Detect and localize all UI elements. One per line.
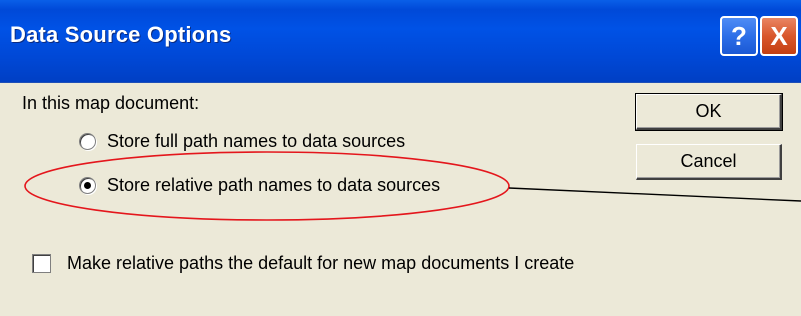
ok-button-label: OK — [695, 101, 722, 121]
ok-button[interactable]: OK — [635, 93, 783, 131]
cancel-button[interactable]: Cancel — [636, 144, 782, 180]
title-bar[interactable]: Data Source Options ? X — [0, 0, 801, 83]
help-icon: ? — [731, 20, 747, 51]
close-icon: X — [770, 20, 788, 51]
data-source-options-dialog: Data Source Options ? X In this map docu… — [0, 0, 801, 316]
radio-button-selected-icon[interactable] — [79, 177, 96, 194]
radio-relative-path-label: Store relative path names to data source… — [107, 175, 441, 195]
radio-relative-path[interactable]: Store relative path names to data source… — [79, 175, 440, 196]
cancel-button-label: Cancel — [680, 151, 737, 171]
checkbox-label: Make relative paths the default for new … — [67, 253, 575, 273]
radio-dot-icon — [84, 182, 91, 189]
default-relative-checkbox-row[interactable]: Make relative paths the default for new … — [32, 253, 574, 274]
help-button[interactable]: ? — [720, 16, 758, 56]
radio-full-path[interactable]: Store full path names to data sources — [79, 131, 405, 152]
radio-full-path-label: Store full path names to data sources — [107, 131, 406, 151]
window-title: Data Source Options — [10, 22, 232, 47]
dialog-body: In this map document: Store full path na… — [0, 83, 801, 316]
checkbox-icon[interactable] — [32, 254, 51, 273]
group-label: In this map document: — [22, 93, 200, 113]
radio-button-icon[interactable] — [79, 133, 96, 150]
close-button[interactable]: X — [760, 16, 798, 56]
